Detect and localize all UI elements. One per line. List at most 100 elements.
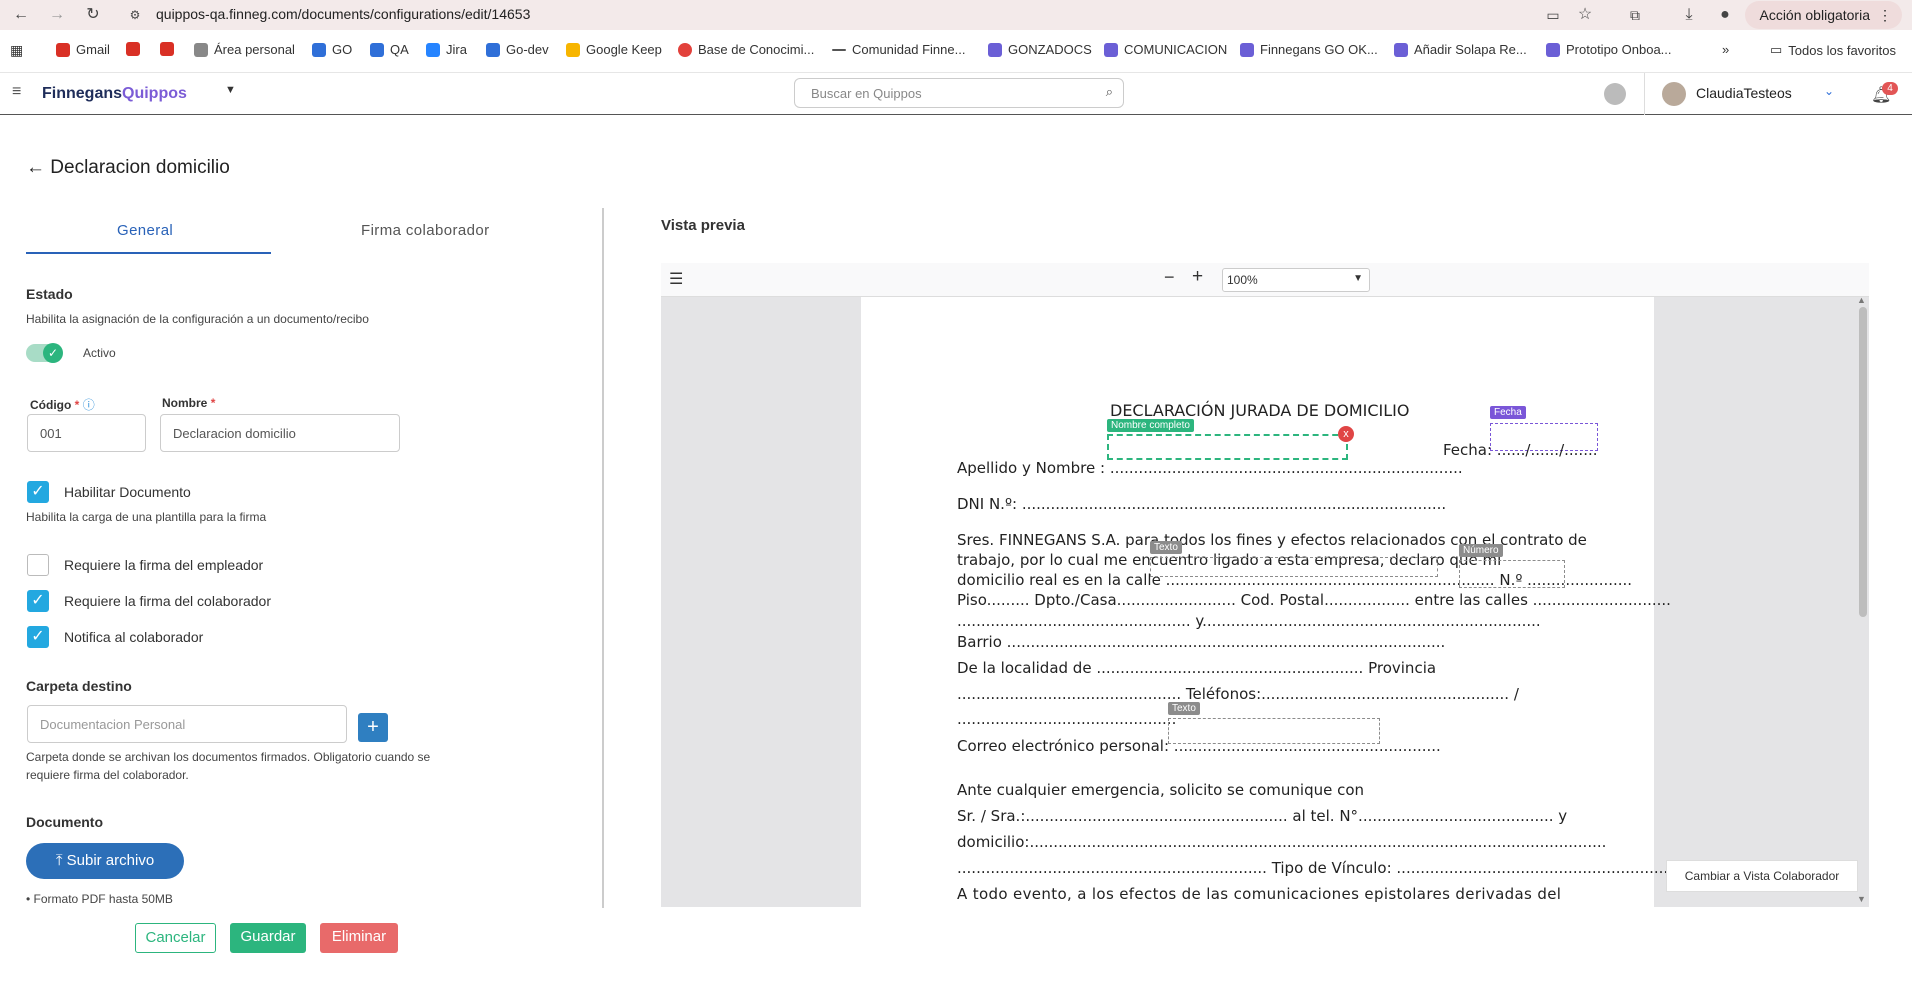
requiere-colaborador-checkbox[interactable]: ✓: [27, 590, 49, 612]
habilitar-documento-checkbox[interactable]: ✓: [27, 481, 49, 503]
zoom-select[interactable]: 100% ▼: [1222, 268, 1370, 292]
more-bookmarks-icon[interactable]: »: [1722, 42, 1729, 57]
pdf-viewer[interactable]: DECLARACIÓN JURADA DE DOMICILIO Nombre c…: [661, 297, 1869, 907]
placeholder-tag-texto-calle: Texto: [1150, 541, 1182, 554]
company-logo-icon[interactable]: [1604, 83, 1626, 105]
bookmark-go[interactable]: GO: [312, 42, 352, 57]
doc-line-vinculo: ........................................…: [957, 859, 1697, 877]
download-icon[interactable]: ⤓: [1678, 4, 1700, 26]
documento-title: Documento: [26, 814, 103, 830]
all-bookmarks[interactable]: ▭ Todos los favoritos: [1770, 42, 1896, 58]
menu-dots-icon: ⋮: [1878, 7, 1892, 23]
profile-icon[interactable]: ●: [1714, 4, 1736, 26]
nombre-completo-field[interactable]: [1107, 434, 1348, 460]
doc-line-barrio: Barrio .................................…: [957, 633, 1446, 651]
estado-title: Estado: [26, 286, 73, 302]
extensions-icon[interactable]: ⧉: [1624, 4, 1646, 26]
upload-icon: ⤒: [55, 852, 67, 869]
back-icon[interactable]: ←: [10, 4, 32, 26]
bookmark-comunidad[interactable]: Comunidad Finne...: [832, 42, 965, 57]
browser-top-bar: ← → ↻ ⚙ quippos-qa.finneg.com/documents/…: [0, 0, 1912, 30]
bookmark-area-personal[interactable]: Área personal: [194, 42, 295, 57]
bookmark-gonzadocs[interactable]: GONZADOCS: [988, 42, 1092, 57]
sidebar-toggle-icon[interactable]: ☰: [669, 269, 683, 289]
bookmark-prototipo[interactable]: Prototipo Onboa...: [1546, 42, 1672, 57]
page-title: ← Declaracion domicilio: [26, 157, 230, 178]
app-logo[interactable]: FinnegansQuippos: [42, 85, 187, 103]
search-icon[interactable]: ⌕: [1106, 84, 1113, 100]
notifica-colaborador-label: Notifica al colaborador: [64, 629, 204, 645]
bookmark-gmail-3[interactable]: [160, 42, 174, 56]
bookmark-jira[interactable]: Jira: [426, 42, 467, 57]
remove-field-icon[interactable]: x: [1338, 426, 1354, 442]
doc-line-localidad: De la localidad de .....................…: [957, 659, 1437, 677]
carpeta-input[interactable]: Documentacion Personal: [27, 705, 347, 743]
star-icon[interactable]: ☆: [1574, 4, 1596, 26]
reload-icon[interactable]: ↻: [82, 4, 104, 26]
bookmark-google-keep[interactable]: Google Keep: [566, 42, 662, 57]
doc-line-fecha: Fecha: ....../....../.......: [1443, 441, 1598, 459]
doc-line-12: ........................................…: [957, 710, 1177, 728]
folder-icon: ▭: [1770, 42, 1783, 57]
scroll-up-icon[interactable]: ▲: [1857, 297, 1866, 305]
nombre-field[interactable]: Declaracion domicilio: [160, 414, 400, 452]
switch-view-button[interactable]: Cambiar a Vista Colaborador: [1666, 860, 1858, 892]
bookmark-gmail-2[interactable]: [126, 42, 140, 56]
placeholder-tag-fecha: Fecha: [1490, 406, 1526, 419]
texto-calle-field[interactable]: [1150, 557, 1438, 577]
codigo-field[interactable]: 001: [27, 414, 146, 452]
zoom-out-icon[interactable]: −: [1164, 267, 1175, 288]
estado-toggle[interactable]: ✓: [26, 343, 63, 363]
address-bar[interactable]: quippos-qa.finneg.com/documents/configur…: [156, 6, 530, 22]
forward-icon[interactable]: →: [46, 4, 68, 26]
doc-line-6: Piso......... Dpto./Casa................…: [957, 591, 1671, 609]
bookmark-finnegans-go[interactable]: Finnegans GO OK...: [1240, 42, 1378, 57]
user-name[interactable]: ClaudiaTesteos: [1696, 85, 1792, 101]
numero-field[interactable]: [1459, 560, 1565, 588]
action-required-pill[interactable]: Acción obligatoria ⋮: [1745, 1, 1902, 29]
placeholder-tag-texto-correo: Texto: [1168, 702, 1200, 715]
panel-divider: [602, 208, 604, 908]
doc-line-emergencia: Ante cualquier emergencia, solicito se c…: [957, 781, 1365, 799]
delete-button[interactable]: Eliminar: [320, 923, 398, 953]
save-button[interactable]: Guardar: [230, 923, 306, 953]
apps-icon[interactable]: ▦: [10, 42, 23, 59]
preview-title: Vista previa: [661, 217, 745, 234]
bookmark-gmail[interactable]: Gmail: [56, 42, 110, 57]
cancel-button[interactable]: Cancelar: [135, 923, 216, 953]
search-input[interactable]: Buscar en Quippos ⌕: [794, 78, 1124, 108]
bookmark-base-conocimiento[interactable]: Base de Conocimi...: [678, 42, 814, 57]
subir-archivo-button[interactable]: ⤒ Subir archivo: [26, 843, 184, 879]
back-arrow-icon[interactable]: ←: [26, 157, 50, 178]
requiere-colaborador-label: Requiere la firma del colaborador: [64, 593, 271, 609]
requiere-empleador-checkbox[interactable]: [27, 554, 49, 576]
bookmark-go-dev[interactable]: Go-dev: [486, 42, 549, 57]
requiere-empleador-label: Requiere la firma del empleador: [64, 557, 264, 573]
help-icon[interactable]: ⓘ: [83, 398, 95, 412]
user-menu-chevron-icon[interactable]: ⌄: [1824, 84, 1834, 98]
bookmark-anadir-solapa[interactable]: Añadir Solapa Re...: [1394, 42, 1527, 57]
tab-firma-colaborador[interactable]: Firma colaborador: [361, 222, 490, 239]
app-switcher-chevron-icon[interactable]: ▼: [225, 84, 236, 96]
site-info-icon[interactable]: ⚙: [124, 4, 146, 26]
carpeta-desc-2: requiere firma del colaborador.: [26, 768, 189, 782]
notifica-colaborador-checkbox[interactable]: ✓: [27, 626, 49, 648]
add-folder-button[interactable]: +: [358, 713, 388, 742]
activo-label: Activo: [83, 346, 116, 360]
install-icon[interactable]: ▭: [1542, 4, 1564, 26]
nombre-label: Nombre *: [162, 396, 216, 410]
habilitar-documento-label: Habilitar Documento: [64, 484, 191, 500]
pdf-scrollbar[interactable]: [1859, 307, 1867, 617]
zoom-in-icon[interactable]: +: [1192, 266, 1203, 288]
doc-title: DECLARACIÓN JURADA DE DOMICILIO: [1110, 401, 1410, 420]
avatar[interactable]: [1662, 82, 1686, 106]
tab-general[interactable]: General: [117, 222, 173, 239]
scroll-down-icon[interactable]: ▼: [1857, 894, 1866, 904]
app-header: ≡ FinnegansQuippos ▼ Buscar en Quippos ⌕ …: [0, 73, 1912, 115]
doc-line-domicilio: domicilio:..............................…: [957, 833, 1607, 851]
carpeta-desc-1: Carpeta donde se archivan los documentos…: [26, 750, 431, 764]
bookmarks-bar: ▦ Gmail Área personal GO QA Jira Go-dev …: [0, 30, 1912, 73]
hamburger-menu-icon[interactable]: ≡: [12, 83, 21, 101]
bookmark-comunicacion[interactable]: COMUNICACION: [1104, 42, 1227, 57]
bookmark-qa[interactable]: QA: [370, 42, 409, 57]
